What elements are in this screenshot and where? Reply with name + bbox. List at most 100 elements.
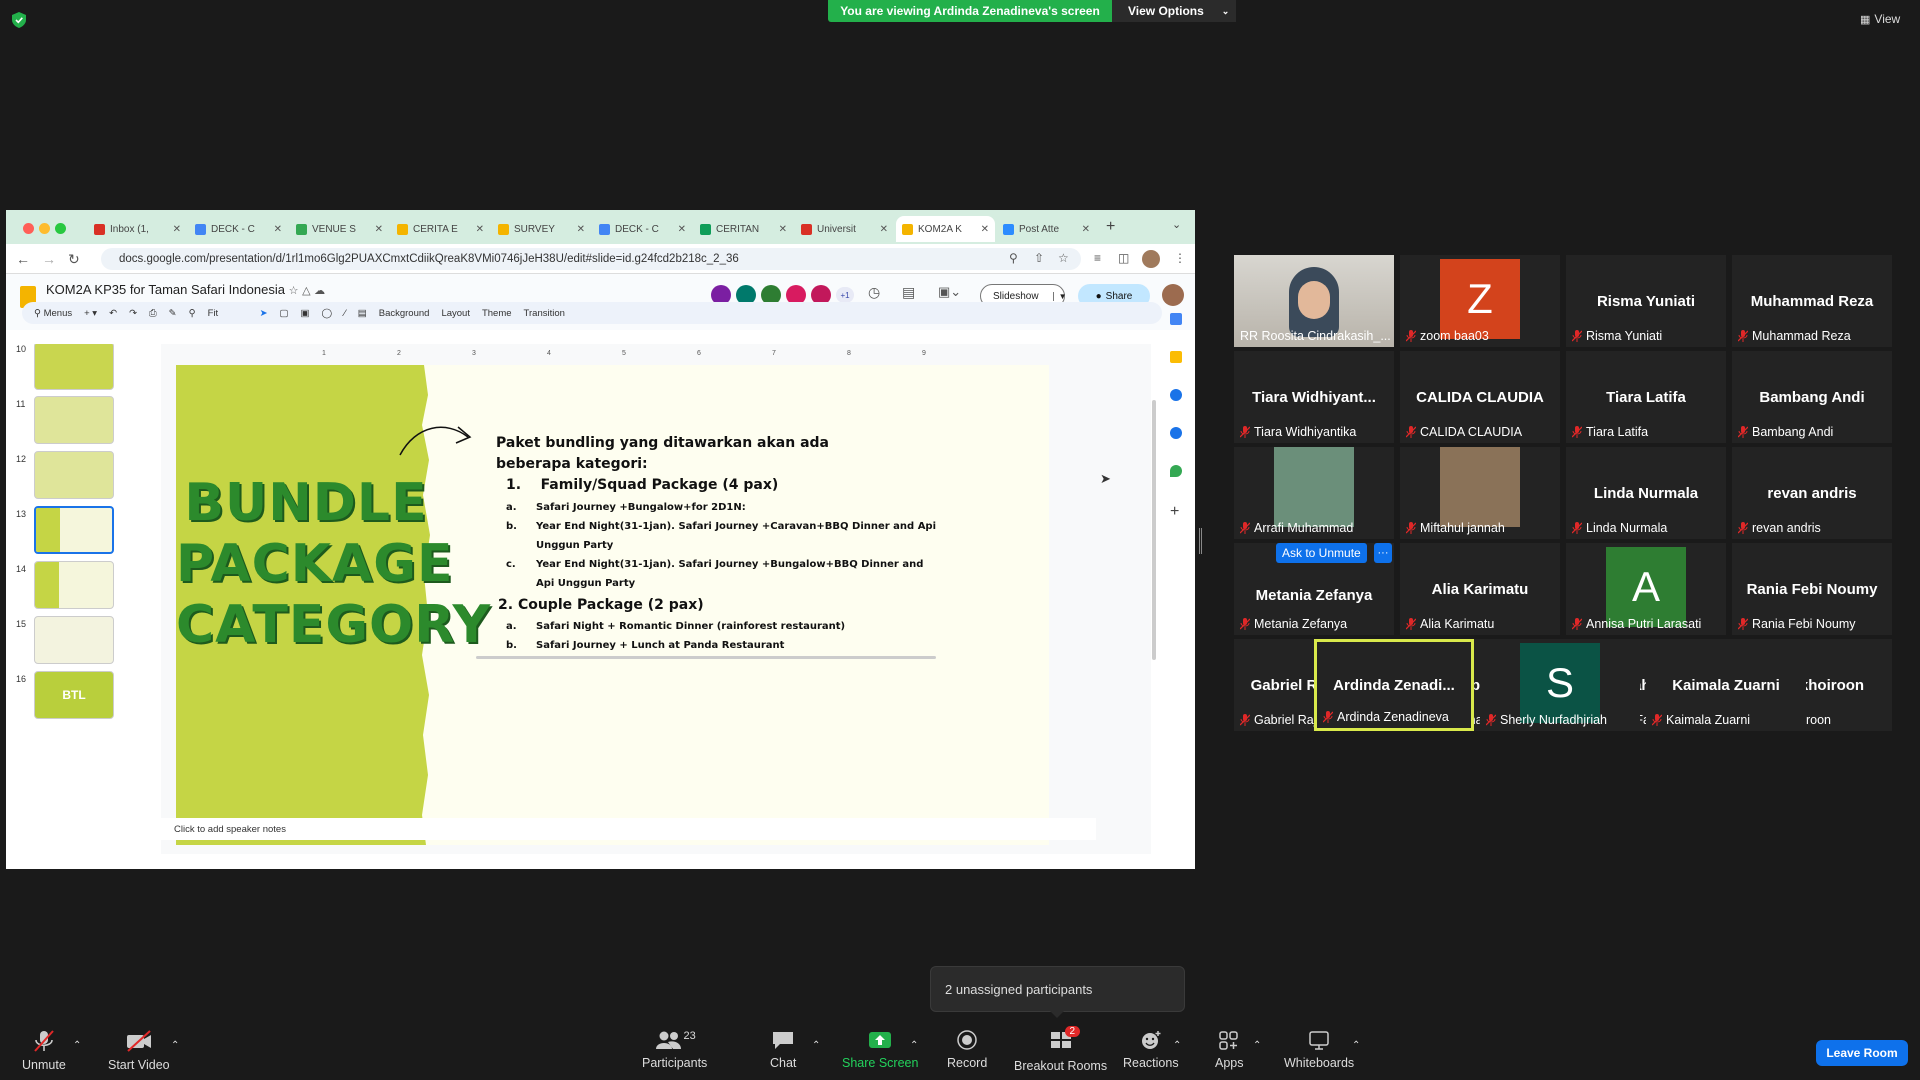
record-button[interactable]: Record: [947, 1030, 987, 1070]
browser-tab[interactable]: Inbox (1, ✕: [88, 216, 187, 242]
apps-options-chevron-icon[interactable]: ⌃: [1253, 1040, 1261, 1051]
slide-thumb-13[interactable]: [34, 506, 114, 554]
reactions-button[interactable]: Reactions: [1123, 1030, 1179, 1070]
print-icon[interactable]: ⎙: [149, 308, 157, 319]
participant-tile[interactable]: Kaimala Zuarni Kaimala Zuarni: [1646, 639, 1806, 731]
browser-tab[interactable]: CERITAN ✕: [694, 216, 793, 242]
comments-icon[interactable]: ▤: [902, 284, 915, 301]
paint-format-icon[interactable]: ✎: [169, 308, 177, 319]
back-arrow-icon[interactable]: ←: [16, 251, 30, 267]
document-title[interactable]: KOM2A KP35 for Taman Safari Indonesia ☆ …: [46, 282, 325, 297]
split-divider-handle[interactable]: [1199, 528, 1202, 554]
share-options-chevron-icon[interactable]: ⌃: [910, 1040, 918, 1051]
close-tab-icon[interactable]: ✕: [274, 224, 282, 235]
close-tab-icon[interactable]: ✕: [779, 224, 787, 235]
keep-icon[interactable]: [1170, 351, 1182, 363]
forward-arrow-icon[interactable]: →: [42, 251, 56, 267]
close-window-dot[interactable]: [23, 223, 34, 234]
participant-tile[interactable]: Linda Nurmala Linda Nurmala: [1566, 447, 1726, 539]
participant-tile[interactable]: A Annisa Putri Larasati: [1566, 543, 1726, 635]
horizontal-scrollbar[interactable]: [476, 656, 936, 659]
close-tab-icon[interactable]: ✕: [981, 224, 989, 235]
chat-button[interactable]: Chat: [770, 1030, 796, 1070]
participant-tile[interactable]: Bambang Andi Bambang Andi: [1732, 351, 1892, 443]
share-screen-button[interactable]: Share Screen: [842, 1030, 918, 1070]
participant-tile[interactable]: Metania Zefanya Metania Zefanya Ask to Unm…: [1234, 543, 1394, 635]
profile-avatar[interactable]: [1142, 250, 1160, 268]
maximize-window-dot[interactable]: [55, 223, 66, 234]
tasks-icon[interactable]: [1170, 389, 1182, 401]
breakout-rooms-button[interactable]: 2 Breakout Rooms: [1014, 1026, 1107, 1073]
participant-tile[interactable]: Tiara Latifa Tiara Latifa: [1566, 351, 1726, 443]
close-tab-icon[interactable]: ✕: [880, 224, 888, 235]
zoom-icon[interactable]: ⚲: [1009, 251, 1018, 265]
url-field[interactable]: docs.google.com/presentation/d/1rl1mo6Gl…: [101, 248, 1081, 270]
participant-tile[interactable]: Tiara Widhiyant... Tiara Widhiyantika: [1234, 351, 1394, 443]
calendar-icon[interactable]: [1170, 313, 1182, 325]
more-collaborators-badge[interactable]: +1: [836, 287, 854, 303]
reactions-options-chevron-icon[interactable]: ⌃: [1173, 1040, 1181, 1051]
tab-list-chevron-icon[interactable]: ⌄: [1172, 218, 1181, 231]
browser-tab[interactable]: Post Atte ✕: [997, 216, 1096, 242]
browser-tab[interactable]: DECK - C ✕: [593, 216, 692, 242]
bookmark-star-icon[interactable]: ☆: [1058, 251, 1069, 265]
view-options-button[interactable]: View Options ⌄: [1112, 0, 1236, 22]
close-tab-icon[interactable]: ✕: [476, 224, 484, 235]
view-button[interactable]: ▦ View: [1860, 12, 1900, 26]
browser-tab[interactable]: CERITA E ✕: [391, 216, 490, 242]
browser-tab[interactable]: KOM2A K ✕: [896, 216, 995, 242]
minimize-window-dot[interactable]: [39, 223, 50, 234]
browser-tab[interactable]: Universit ✕: [795, 216, 894, 242]
leave-room-button[interactable]: Leave Room: [1816, 1040, 1908, 1066]
video-options-chevron-icon[interactable]: ⌃: [171, 1040, 179, 1051]
line-icon[interactable]: ∕: [344, 308, 346, 319]
slide-thumb-12[interactable]: [34, 451, 114, 499]
participant-tile[interactable]: Risma Yuniati Risma Yuniati: [1566, 255, 1726, 347]
participant-tile[interactable]: revan andris revan andris: [1732, 447, 1892, 539]
browser-tab[interactable]: SURVEY ✕: [492, 216, 591, 242]
search-menus[interactable]: ⚲ Menus: [34, 308, 72, 319]
browser-tab[interactable]: VENUE S ✕: [290, 216, 389, 242]
slide-thumb-14[interactable]: [34, 561, 114, 609]
participant-tile[interactable]: Rania Febi Noumy Rania Febi Noumy: [1732, 543, 1892, 635]
transition-button[interactable]: Transition: [524, 308, 565, 319]
new-tab-icon[interactable]: +: [1106, 218, 1115, 236]
browser-tab[interactable]: DECK - C ✕: [189, 216, 288, 242]
zoom-icon[interactable]: ⚲: [189, 308, 196, 319]
media-control-icon[interactable]: ≡: [1094, 251, 1101, 265]
close-tab-icon[interactable]: ✕: [375, 224, 383, 235]
whiteboards-options-chevron-icon[interactable]: ⌃: [1352, 1040, 1360, 1051]
apps-button[interactable]: Apps: [1215, 1030, 1244, 1070]
undo-icon[interactable]: ↶: [109, 308, 117, 319]
shared-screen[interactable]: Inbox (1, ✕ DECK - C ✕ VENUE S ✕ CERITA E ✕ SURV…: [6, 210, 1195, 869]
meet-call-icon[interactable]: ▣⌄: [938, 284, 961, 300]
zoom-select[interactable]: Fit: [208, 308, 248, 319]
comment-add-icon[interactable]: ▤: [358, 308, 367, 319]
redo-icon[interactable]: ↷: [129, 308, 137, 319]
chat-options-chevron-icon[interactable]: ⌃: [812, 1040, 820, 1051]
unassigned-participants-tooltip[interactable]: 2 unassigned participants: [930, 966, 1185, 1012]
security-shield-icon[interactable]: [12, 12, 26, 28]
participant-tile[interactable]: Muhammad Reza Muhammad Reza: [1732, 255, 1892, 347]
participant-tile[interactable]: CALIDA CLAUDIA CALIDA CLAUDIA: [1400, 351, 1560, 443]
audio-options-chevron-icon[interactable]: ⌃: [73, 1040, 81, 1051]
star-icon[interactable]: ☆: [289, 285, 299, 297]
unmute-button[interactable]: Unmute: [22, 1030, 66, 1072]
maps-icon[interactable]: [1170, 465, 1182, 477]
version-history-icon[interactable]: ◷: [868, 284, 880, 301]
slide-thumb-10[interactable]: [34, 344, 114, 390]
speaker-notes[interactable]: Click to add speaker notes: [156, 818, 1096, 840]
participant-tile[interactable]: Zzoom baa03: [1400, 255, 1560, 347]
side-panel-icon[interactable]: ◫: [1118, 251, 1129, 265]
slide-thumb-15[interactable]: [34, 616, 114, 664]
reload-icon[interactable]: ↻: [68, 251, 80, 268]
close-tab-icon[interactable]: ✕: [678, 224, 686, 235]
new-slide-icon[interactable]: + ▾: [84, 308, 97, 319]
layout-button[interactable]: Layout: [441, 308, 470, 319]
participants-button[interactable]: 23 Participants: [642, 1030, 707, 1070]
text-box-icon[interactable]: ▢: [280, 308, 289, 319]
participant-tile[interactable]: Arrafi Muhammad: [1234, 447, 1394, 539]
select-cursor-icon[interactable]: ➤: [260, 308, 268, 319]
canvas-scrollbar[interactable]: [1152, 400, 1156, 660]
background-button[interactable]: Background: [379, 308, 430, 319]
